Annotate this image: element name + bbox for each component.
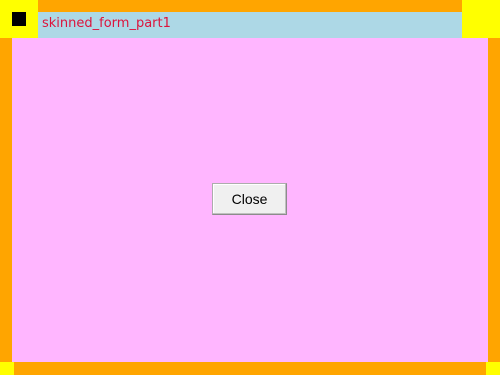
client-area: Close [12, 38, 488, 362]
title-bar[interactable]: skinned_form_part1 [38, 12, 462, 38]
close-button[interactable]: Close [212, 183, 287, 215]
resize-corner-bottom-right[interactable] [486, 362, 500, 375]
resize-corner-top-right[interactable] [462, 0, 500, 38]
app-icon[interactable] [12, 12, 26, 26]
resize-corner-bottom-left[interactable] [0, 362, 14, 375]
window-title: skinned_form_part1 [42, 16, 171, 31]
skinned-window: skinned_form_part1 Close [0, 0, 500, 375]
